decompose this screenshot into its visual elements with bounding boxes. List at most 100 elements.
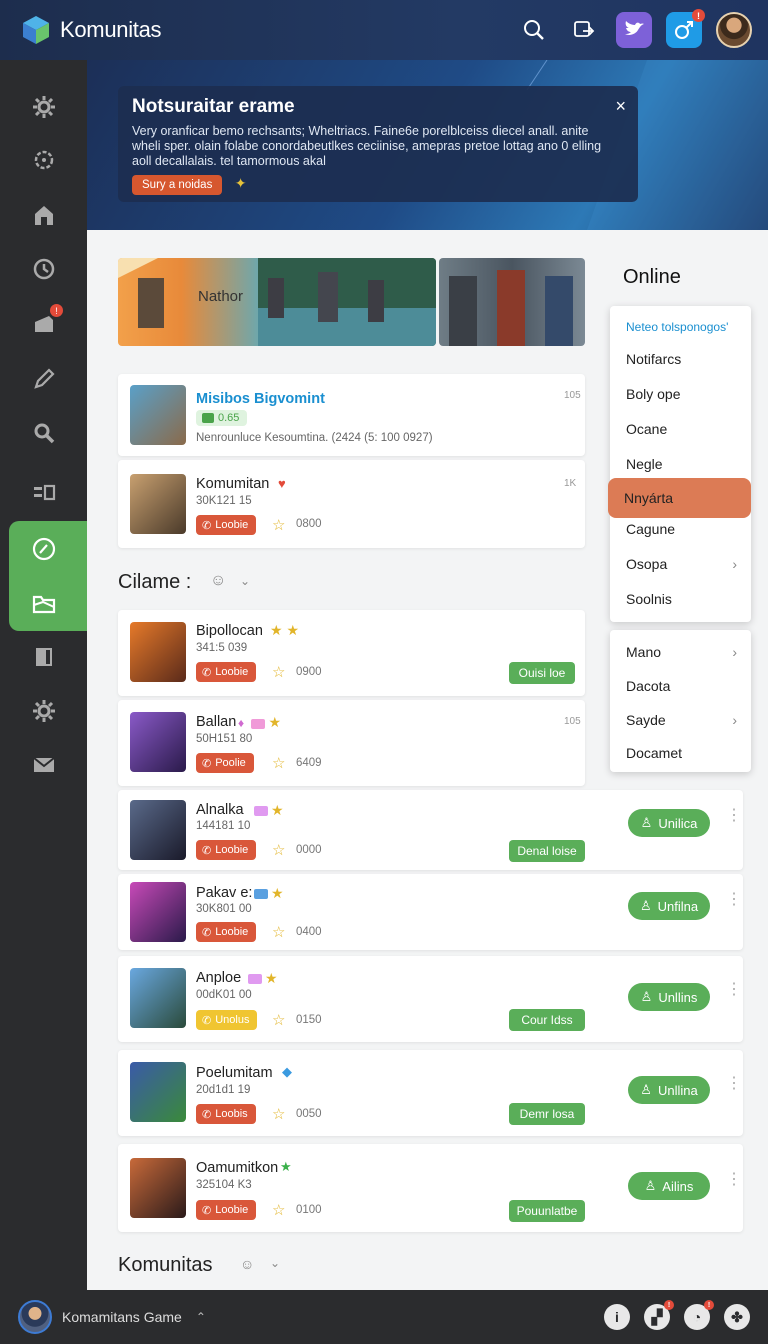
chevron-down-icon[interactable]: ⌄ [240,574,250,588]
menu-item-header[interactable]: Neteo tolsponogos' [626,320,728,334]
share-icon[interactable] [566,12,602,48]
lobby-pill[interactable]: ✆ Loobie [196,922,257,942]
chevron-down-icon[interactable]: ⌄ [270,1256,280,1270]
phone-icon: ✆ [202,844,212,857]
menu-item-selected[interactable]: Nnyárta [608,478,751,518]
join-button[interactable]: Ouisi loe [509,662,575,684]
sidebar-item-layout[interactable] [0,466,87,520]
lobby-pill[interactable]: ✆ Loobis [196,1104,256,1124]
sidebar-item-hub[interactable] [0,133,87,187]
sidebar-item-mail[interactable] [0,738,87,792]
game-subtitle: 325104 K3 [196,1179,252,1191]
search-icon[interactable] [516,12,552,48]
user-label[interactable]: Komamitans Game [62,1309,182,1325]
join-button[interactable]: Denal loise [509,840,585,862]
star-outline-icon[interactable]: ☆ [272,841,285,859]
hero-label: Nathor [198,288,244,305]
game-subtitle: 50H151 80 [196,733,253,745]
lobby-pill[interactable]: ✆ Poolie [196,753,254,773]
bird-icon[interactable] [616,12,652,48]
menu-item[interactable]: Docamet [626,745,682,761]
menu-item[interactable]: Boly ope [626,386,680,402]
game-card[interactable]: Anploe ★ 00dK01 00 ✆ Unolus ☆ 0150 Cour I… [118,956,743,1042]
menu-item[interactable]: Cagune [626,521,675,537]
star-outline-icon[interactable]: ☆ [272,923,285,941]
more-options-icon[interactable]: ⋮ [726,982,742,998]
more-options-icon[interactable]: ⋮ [726,808,742,824]
sidebar-item-search[interactable] [0,406,87,460]
online-button[interactable]: ♙ Unilica [628,809,710,837]
star-icon: ★ ★ [270,622,299,638]
join-button[interactable]: Demr losa [509,1103,585,1125]
sidebar-item-settings[interactable] [0,80,87,134]
star-outline-icon[interactable]: ☆ [272,663,285,681]
star-outline-icon[interactable]: ☆ [272,1201,285,1219]
sidebar-item-alerts[interactable]: ! [0,296,87,350]
sidebar-item-home[interactable] [0,188,87,242]
masks-icon[interactable]: ☺ [240,1256,254,1272]
phone-icon: ✆ [202,1108,212,1121]
online-button[interactable]: ♙ Unfilna [628,892,710,920]
fan-icon[interactable]: ✤ [724,1304,750,1330]
close-icon[interactable]: × [615,96,626,117]
menu-item[interactable]: Osopa [626,556,667,572]
hero-image-battle[interactable]: Nathor [118,258,436,346]
menu-item[interactable]: Notifarcs [626,351,681,367]
game-card[interactable]: Pakav e: ★ 30K801 00 ✆ Loobie ☆ 0400 ♙ Unf… [118,874,743,950]
game-card[interactable]: Bipollocan ★ ★ 341:5 039 ✆ Loobie ☆ 0900 … [118,610,585,696]
star-outline-icon[interactable]: ☆ [272,754,285,772]
lobby-pill[interactable]: ✆ Loobie [196,1200,257,1220]
more-options-icon[interactable]: ⋮ [726,892,742,908]
featured-card[interactable]: Misibos Bigvomint 0.65 Nenrounluce Kesou… [118,374,585,456]
featured-card[interactable]: Komumitan ♥ 30K121 15 ✆ Loobie ☆ 0800 1K [118,460,585,548]
menu-item[interactable]: Soolnis [626,591,672,607]
sidebar-item-edit[interactable] [0,352,87,406]
menu-item[interactable]: Sayde [626,712,666,728]
info-icon[interactable]: i [604,1304,630,1330]
lobby-pill[interactable]: ✆ Loobie [196,840,257,860]
online-button[interactable]: ♙ Unllins [628,983,710,1011]
lobby-pill[interactable]: ✆ Loobie [196,515,257,535]
join-button[interactable]: Pouunlatbe [509,1200,585,1222]
game-card[interactable]: Poelumitam ◆ 20d1d1 19 ✆ Loobis ☆ 0050 De… [118,1050,743,1136]
player-count: 0400 [296,926,322,938]
menu-item[interactable]: Negle [626,456,663,472]
join-button[interactable]: Cour Idss [509,1009,585,1031]
player-count: 6409 [296,757,322,769]
star-outline-icon[interactable]: ☆ [272,516,285,534]
app-logo[interactable]: Komunitas [20,14,162,46]
stats-icon[interactable]: ▞! [644,1300,674,1330]
lobby-pill[interactable]: ✆ Unolus [196,1010,258,1030]
user-avatar[interactable] [716,12,752,48]
game-subtitle: 00dK01 00 [196,989,252,1001]
banner-action-button[interactable]: Sury a noidas [132,175,223,195]
online-button[interactable]: ♙ Ailins [628,1172,710,1200]
more-options-icon[interactable]: ⋮ [726,1172,742,1188]
star-outline-icon[interactable]: ☆ [272,1011,285,1029]
sidebar-item-dashboard[interactable] [0,522,87,576]
menu-item[interactable]: Mano [626,644,661,660]
hero-image-squad[interactable] [439,258,585,346]
star-outline-icon[interactable]: ☆ [272,1105,285,1123]
masks-icon[interactable]: ☺ [210,572,226,590]
featured-subtitle: Nenrounluce Kesoumtina. (2424 (5: 100 09… [196,432,433,444]
sidebar-item-preferences[interactable] [0,684,87,738]
banner-title: Notsuraitar erame [132,96,295,117]
user-avatar[interactable] [18,1300,52,1334]
online-button[interactable]: ♙ Unllina [628,1076,710,1104]
chevron-up-icon[interactable]: ⌃ [196,1310,206,1324]
sidebar-item-book[interactable] [0,630,87,684]
game-thumbnail [130,968,186,1028]
game-card[interactable]: Ballan ♦ ★ 50H151 80 ✆ Poolie ☆ 6409 105 [118,700,585,786]
chat-icon[interactable]: ◔! [684,1300,714,1330]
menu-item[interactable]: Ocane [626,421,667,437]
sidebar-item-history[interactable] [0,242,87,296]
sidebar-item-folders[interactable] [0,576,87,630]
game-card[interactable]: Alnalka ★ 144181 10 ✆ Loobie ☆ 0000 Denal… [118,790,743,870]
player-count: 0100 [296,1204,322,1216]
game-card[interactable]: Oamumitkon ★ 325104 K3 ✆ Loobie ☆ 0100 Po… [118,1144,743,1232]
menu-item[interactable]: Dacota [626,678,670,694]
more-options-icon[interactable]: ⋮ [726,1076,742,1092]
notification-link-icon[interactable]: ! [666,9,705,48]
lobby-pill[interactable]: ✆ Loobie [196,662,257,682]
